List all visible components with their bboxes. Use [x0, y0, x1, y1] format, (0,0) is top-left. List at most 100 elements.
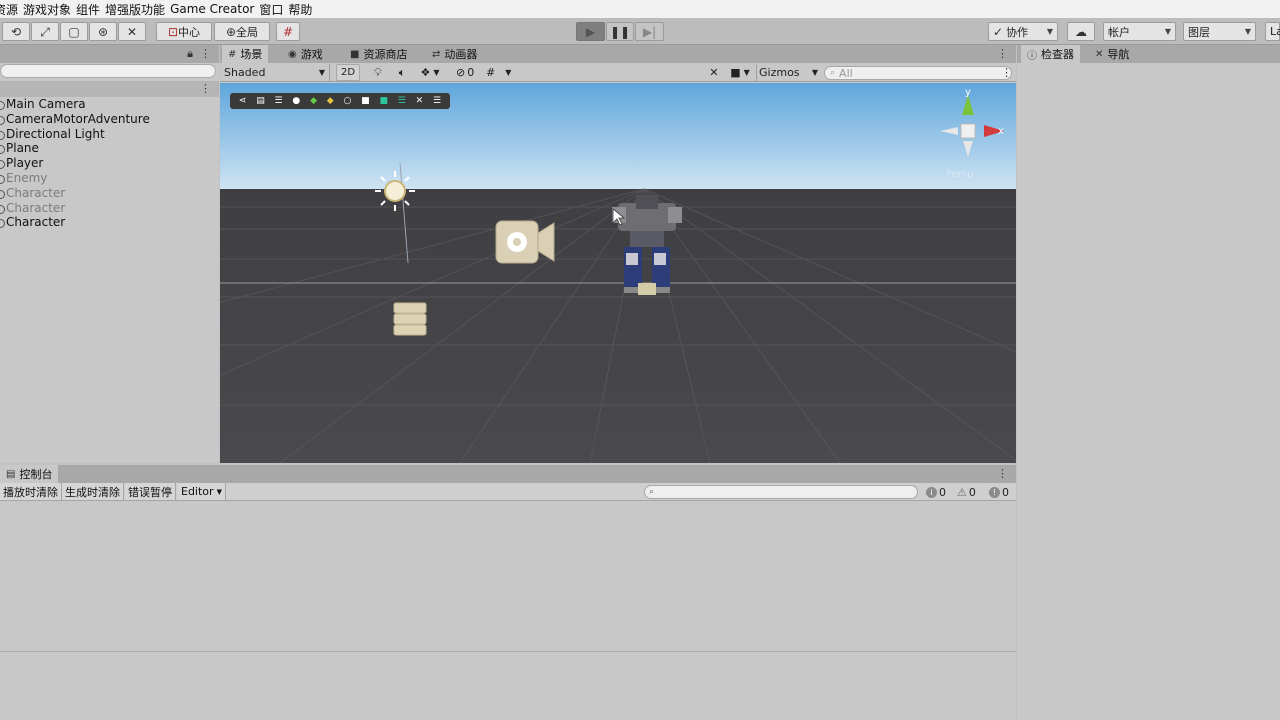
step-button[interactable]: ▶|: [635, 22, 664, 41]
tag-icon[interactable]: ◆: [327, 96, 334, 106]
console-search-input[interactable]: ⌕: [644, 485, 918, 499]
sun-icon[interactable]: [375, 171, 415, 211]
video-icon[interactable]: ■: [361, 96, 370, 106]
menu-window[interactable]: 窗口: [259, 1, 283, 18]
main-toolbar: ⟲ ⤢ ▢ ⊛ ✕ ⊡ 中心 ⊕ 全局 # ▶ ❚❚ ▶| ✓ 协作 ▼ ☁ 帐…: [0, 18, 1280, 45]
log-count-toggle[interactable]: i0: [926, 484, 946, 500]
pivot-toggle[interactable]: ⊡ 中心: [156, 22, 212, 41]
scene-orientation-gizmo[interactable]: y x Persp: [940, 87, 1004, 180]
tab-game[interactable]: ◉ 游戏: [282, 45, 329, 63]
diamond-icon[interactable]: ◆: [310, 96, 317, 106]
layout-dropdown[interactable]: La: [1265, 22, 1280, 41]
global-toggle[interactable]: ⊕ 全局: [214, 22, 270, 41]
inspector-tabbar: ⓘ 检查器 ✕ 导航: [1017, 45, 1280, 63]
account-dropdown[interactable]: 帐户 ▼: [1103, 22, 1176, 41]
camera-gizmo-icon[interactable]: [495, 220, 555, 264]
effects-dropdown[interactable]: ❖ ▼: [414, 64, 446, 81]
player-character-model[interactable]: [612, 195, 682, 295]
collab-label: 协作: [1006, 25, 1029, 39]
menu-game-creator[interactable]: Game Creator: [170, 2, 254, 16]
refresh-icon[interactable]: ○: [344, 96, 352, 106]
menu-gameobject[interactable]: 游戏对象: [23, 1, 71, 18]
scale-tool-button[interactable]: ⤢: [31, 22, 59, 41]
tools-button[interactable]: ✕: [704, 64, 724, 81]
hierarchy-item[interactable]: Main Camera: [0, 97, 86, 111]
lighting-toggle[interactable]: 💡︎: [368, 64, 388, 81]
menu-enhanced[interactable]: 增强版功能: [105, 1, 165, 18]
scene-viewport[interactable]: y x Persp ⋖ ▤ ☰ ● ◆ ◆ ○ ■ ■ ☰ ✕ ☰: [220, 83, 1016, 463]
check-icon: ✓: [993, 24, 1004, 39]
database-icon[interactable]: ▤: [256, 96, 265, 106]
person-icon[interactable]: ●: [292, 96, 300, 106]
clear-on-play-button[interactable]: 播放时清除: [0, 483, 62, 500]
scene-search-placeholder: All: [839, 66, 853, 80]
trigger-icon[interactable]: ■: [379, 96, 388, 106]
pause-button[interactable]: ❚❚: [606, 22, 634, 41]
tab-navigation[interactable]: ✕ 导航: [1089, 45, 1135, 63]
list-icon[interactable]: ☰: [275, 96, 283, 106]
close-icon[interactable]: ✕: [416, 96, 424, 106]
tab-console[interactable]: ▤ 控制台: [0, 465, 59, 483]
error-count-toggle[interactable]: ! 0: [989, 484, 1009, 500]
scene-menu-icon[interactable]: ⋮: [200, 82, 211, 95]
grid-snap-button[interactable]: #: [276, 22, 300, 41]
cloud-button[interactable]: ☁: [1067, 22, 1095, 41]
menu-component[interactable]: 组件: [76, 1, 100, 18]
panel-menu-icon[interactable]: ⋮: [997, 467, 1008, 480]
editor-dropdown[interactable]: Editor ▼: [178, 483, 226, 500]
tab-console-label: 控制台: [19, 468, 53, 481]
layers-label: 图层: [1188, 25, 1210, 39]
custom-tool-button[interactable]: ✕: [118, 22, 146, 41]
panel-menu-icon[interactable]: ⋮: [1001, 66, 1012, 79]
2d-label: 2D: [340, 67, 356, 78]
scene-toolbar: Shaded ▼ 2D 💡︎ 🔈︎ ❖ ▼ ⊘ 0 # ▼ ✕ ■ ▼ Gizmos ▼…: [220, 63, 1016, 82]
gizmos-dropdown[interactable]: Gizmos ▼: [756, 64, 818, 81]
rotate-tool-button[interactable]: ⟲: [2, 22, 30, 41]
info-icon: i: [926, 486, 937, 498]
hidden-objects-toggle[interactable]: ⊘ 0: [456, 64, 482, 81]
hierarchy-item[interactable]: Enemy: [0, 171, 47, 185]
layers-dropdown[interactable]: 图层 ▼: [1183, 22, 1256, 41]
grid-dropdown[interactable]: # ▼: [486, 64, 522, 81]
tab-animator[interactable]: ⇄ 动画器: [426, 45, 483, 63]
share-icon[interactable]: ⋖: [239, 96, 247, 106]
hierarchy-item[interactable]: Character: [0, 201, 65, 215]
pause-icon: ❚❚: [609, 24, 631, 39]
lock-icon[interactable]: 🔒︎: [187, 47, 193, 61]
shading-mode-label: Shaded: [224, 66, 266, 79]
tab-scene[interactable]: # 场景: [222, 45, 269, 63]
hierarchy-item[interactable]: CameraMotorAdventure: [0, 112, 150, 126]
collab-dropdown[interactable]: ✓ 协作 ▼: [988, 22, 1058, 41]
hierarchy-search-input[interactable]: [0, 64, 216, 78]
hierarchy-item[interactable]: Plane: [0, 141, 39, 155]
hierarchy-item[interactable]: Player: [0, 156, 43, 170]
tab-inspector[interactable]: ⓘ 检查器: [1021, 45, 1080, 63]
camera-dropdown[interactable]: ■ ▼: [726, 64, 754, 81]
scene-search-input[interactable]: ⌕ All: [824, 66, 1012, 80]
panel-menu-icon[interactable]: ⋮: [997, 47, 1008, 60]
audio-toggle[interactable]: 🔈︎: [392, 64, 412, 81]
tab-asset-store[interactable]: ■ 资源商店: [344, 45, 413, 63]
menu-help[interactable]: 帮助: [288, 1, 312, 18]
menu-icon[interactable]: ☰: [433, 96, 441, 106]
play-icon: ▶: [585, 24, 596, 39]
shading-mode-dropdown[interactable]: Shaded ▼: [224, 64, 330, 81]
camera-motor-gizmo-icon[interactable]: [393, 302, 427, 336]
chevron-down-icon: ▼: [1244, 27, 1251, 36]
rect-tool-button[interactable]: ▢: [60, 22, 88, 41]
hierarchy-item[interactable]: Directional Light: [0, 127, 105, 141]
warning-count-toggle[interactable]: ⚠ 0: [957, 484, 976, 500]
hierarchy-item[interactable]: Character: [0, 186, 65, 200]
transform-tool-button[interactable]: ⊛: [89, 22, 117, 41]
2d-toggle[interactable]: 2D: [336, 64, 360, 81]
error-pause-button[interactable]: 错误暂停: [125, 483, 176, 500]
play-button[interactable]: ▶: [576, 22, 605, 41]
panel-menu-icon[interactable]: ⋮: [200, 47, 211, 60]
projection-label[interactable]: Persp: [946, 169, 974, 180]
hierarchy-item[interactable]: Character: [0, 215, 65, 229]
actions-icon[interactable]: ☰: [398, 96, 406, 106]
menu-assets[interactable]: 资源: [0, 1, 18, 18]
account-label: 帐户: [1108, 25, 1130, 39]
chevron-down-icon: ▼: [743, 68, 750, 77]
clear-on-build-button[interactable]: 生成时清除: [62, 483, 124, 500]
